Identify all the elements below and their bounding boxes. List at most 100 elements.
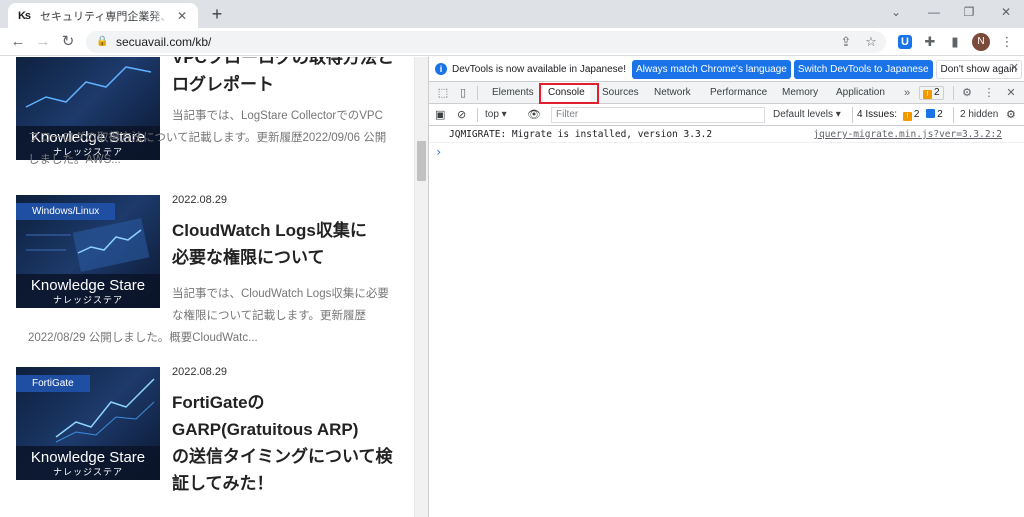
category-tag: FortiGate: [16, 375, 90, 392]
always-match-language-button[interactable]: Always match Chrome's language: [632, 59, 791, 79]
issues-count: 2: [934, 87, 940, 98]
category-tag: Windows/Linux: [16, 203, 116, 220]
article-date: 2022.08.29: [172, 366, 228, 378]
title-line: GARP(Gratuitous ARP): [172, 420, 359, 439]
divider: [477, 86, 478, 100]
scrollbar-thumb[interactable]: [417, 141, 426, 181]
forward-button[interactable]: →: [33, 32, 53, 52]
bookmark-star-icon[interactable]: ☆: [861, 32, 881, 52]
excerpt-line: 当記事では、LogStare CollectorでのVPC: [172, 110, 383, 122]
log-levels-label: Default levels: [773, 109, 834, 120]
live-expression-eye-icon[interactable]: 👁: [527, 107, 541, 123]
log-source-link[interactable]: jquery-migrate.min.js?ver=3.3.2:2: [813, 126, 1002, 143]
article-excerpt-2: 当記事では、CloudWatch Logs収集に必要 な権限について記載します。…: [28, 283, 398, 349]
close-infobar-icon[interactable]: ✕: [1010, 61, 1019, 74]
devtools-language-infobar: i DevTools is now available in Japanese!…: [429, 57, 1024, 82]
issues-label: 4 Issues:: [857, 109, 898, 120]
excerpt-line: フローログの取得方法について記載します。更新履歴2022/09/06 公開: [28, 132, 387, 144]
console-filter-input[interactable]: Filter: [551, 107, 765, 123]
tab-application[interactable]: Application: [831, 82, 890, 104]
browser-tab[interactable]: Ks セキュリティ専門企業発、ネットワーク・ ✕: [8, 3, 198, 28]
tab-network[interactable]: Network: [649, 82, 696, 104]
devtools-panel: i DevTools is now available in Japanese!…: [428, 57, 1024, 517]
new-tab-button[interactable]: +: [206, 3, 228, 25]
devtools-tab-bar: ⬚ ▯ Elements Console Sources Network Per…: [429, 82, 1024, 105]
back-button[interactable]: ←: [8, 32, 28, 52]
article-title-1[interactable]: VPCフローログの取得方法と ログレポート: [172, 57, 402, 98]
divider: [953, 86, 954, 100]
excerpt-line: 当記事では、CloudWatch Logs収集に必要: [172, 288, 389, 300]
tab-memory[interactable]: Memory: [777, 82, 823, 104]
title-line: FortiGateの: [172, 393, 265, 412]
article-thumbnail[interactable]: FortiGate Knowledge Stare ナレッジステア: [16, 367, 160, 480]
issues-badge[interactable]: ! 2: [919, 86, 944, 100]
close-tab-icon[interactable]: ✕: [174, 8, 190, 24]
switch-to-japanese-button[interactable]: Switch DevTools to Japanese: [793, 59, 933, 79]
profile-avatar[interactable]: N: [972, 33, 990, 51]
minimize-button[interactable]: —: [920, 2, 948, 22]
console-issues-button[interactable]: 4 Issues: ! 2 2: [852, 107, 947, 123]
address-bar[interactable]: 🔒 secuavail.com/kb/ ⇪ ☆: [86, 31, 886, 53]
console-prompt-chevron-icon[interactable]: ›: [435, 145, 442, 159]
share-icon[interactable]: ⇪: [836, 32, 856, 52]
title-line: CloudWatch Logs収集に: [172, 221, 367, 240]
url-text: secuavail.com/kb/: [116, 35, 212, 49]
thumbnail-brand: Knowledge Stare: [30, 449, 146, 466]
divider: [477, 108, 478, 122]
log-message: JQMIGRATE: Migrate is installed, version…: [449, 129, 713, 140]
close-window-button[interactable]: ✕: [992, 2, 1020, 22]
extensions-puzzle-icon[interactable]: ✚: [920, 32, 940, 52]
menu-kebab-icon[interactable]: ⋮: [997, 32, 1017, 52]
title-line: の送信タイミングについて検: [172, 447, 393, 466]
clear-console-icon[interactable]: ⊘: [457, 107, 466, 123]
infobar-message: DevTools is now available in Japanese!: [452, 63, 626, 75]
console-tab-highlight: [539, 83, 599, 104]
device-toolbar-icon[interactable]: ▯: [455, 85, 471, 101]
tab-strip: Ks セキュリティ専門企業発、ネットワーク・ ✕ + ⌄ — ❐ ✕: [0, 0, 1024, 28]
article-date: 2022.08.29: [172, 194, 228, 206]
log-levels-dropdown[interactable]: Default levels ▾: [773, 107, 841, 123]
chevron-down-icon[interactable]: ⌄: [882, 2, 910, 22]
excerpt-line: しました。AWS...: [28, 154, 121, 166]
restore-button[interactable]: ❐: [955, 2, 983, 22]
hidden-messages-count: 2 hidden: [953, 107, 998, 123]
console-log-row: JQMIGRATE: Migrate is installed, version…: [429, 126, 1024, 143]
excerpt-line: 2022/08/29 公開しました。概要CloudWatc...: [28, 332, 258, 344]
article-title-2[interactable]: CloudWatch Logs収集に 必要な権限について: [172, 217, 402, 271]
customize-kebab-icon[interactable]: ⋮: [981, 85, 997, 101]
title-line: VPCフローログの取得方法と: [172, 57, 394, 67]
warning-icon: !: [923, 90, 932, 99]
side-panel-icon[interactable]: ▮: [945, 32, 965, 52]
title-line: 証してみた！: [172, 474, 274, 493]
article-title-3[interactable]: FortiGateの GARP(Gratuitous ARP) の送信タイミング…: [172, 389, 402, 497]
page-scrollbar[interactable]: [414, 57, 428, 517]
tab-elements[interactable]: Elements: [487, 82, 539, 104]
title-line: ログレポート: [172, 75, 274, 94]
issues-info-count: 2: [937, 109, 943, 120]
lock-icon: 🔒: [96, 36, 109, 47]
thumbnail-brand-jp: ナレッジステア: [52, 467, 123, 477]
inspect-element-icon[interactable]: ⬚: [435, 85, 451, 101]
tab-title: セキュリティ専門企業発、ネットワーク・: [40, 10, 170, 23]
warning-icon: !: [902, 112, 912, 121]
info-icon: i: [435, 63, 447, 75]
issues-warn-count: 2: [913, 109, 920, 120]
context-label: top: [485, 109, 499, 120]
browser-toolbar: ← → ↻ 🔒 secuavail.com/kb/ ⇪ ☆ U ✚ ▮ N ⋮: [0, 28, 1024, 56]
extension-u-icon[interactable]: U: [898, 35, 912, 49]
excerpt-line: な権限について記載します。更新履歴: [172, 310, 367, 322]
reload-button[interactable]: ↻: [58, 32, 78, 52]
tab-sources[interactable]: Sources: [597, 82, 644, 104]
sidebar-toggle-icon[interactable]: ▣: [435, 107, 445, 123]
title-line: 必要な権限について: [172, 248, 325, 267]
settings-gear-icon[interactable]: ⚙: [959, 85, 975, 101]
tab-performance[interactable]: Performance: [705, 82, 772, 104]
article-excerpt-1: 当記事では、LogStare CollectorでのVPC フローログの取得方法…: [28, 105, 398, 171]
page-content: Knowledge Stare ナレッジステア VPCフローログの取得方法と ロ…: [0, 57, 414, 517]
info-square-icon: [926, 109, 936, 118]
context-selector[interactable]: top ▾: [485, 107, 507, 123]
console-settings-gear-icon[interactable]: ⚙: [1006, 107, 1016, 123]
close-devtools-icon[interactable]: ✕: [1003, 85, 1019, 101]
site-favicon-icon: Ks: [17, 9, 31, 22]
more-tabs-icon[interactable]: »: [899, 85, 915, 101]
